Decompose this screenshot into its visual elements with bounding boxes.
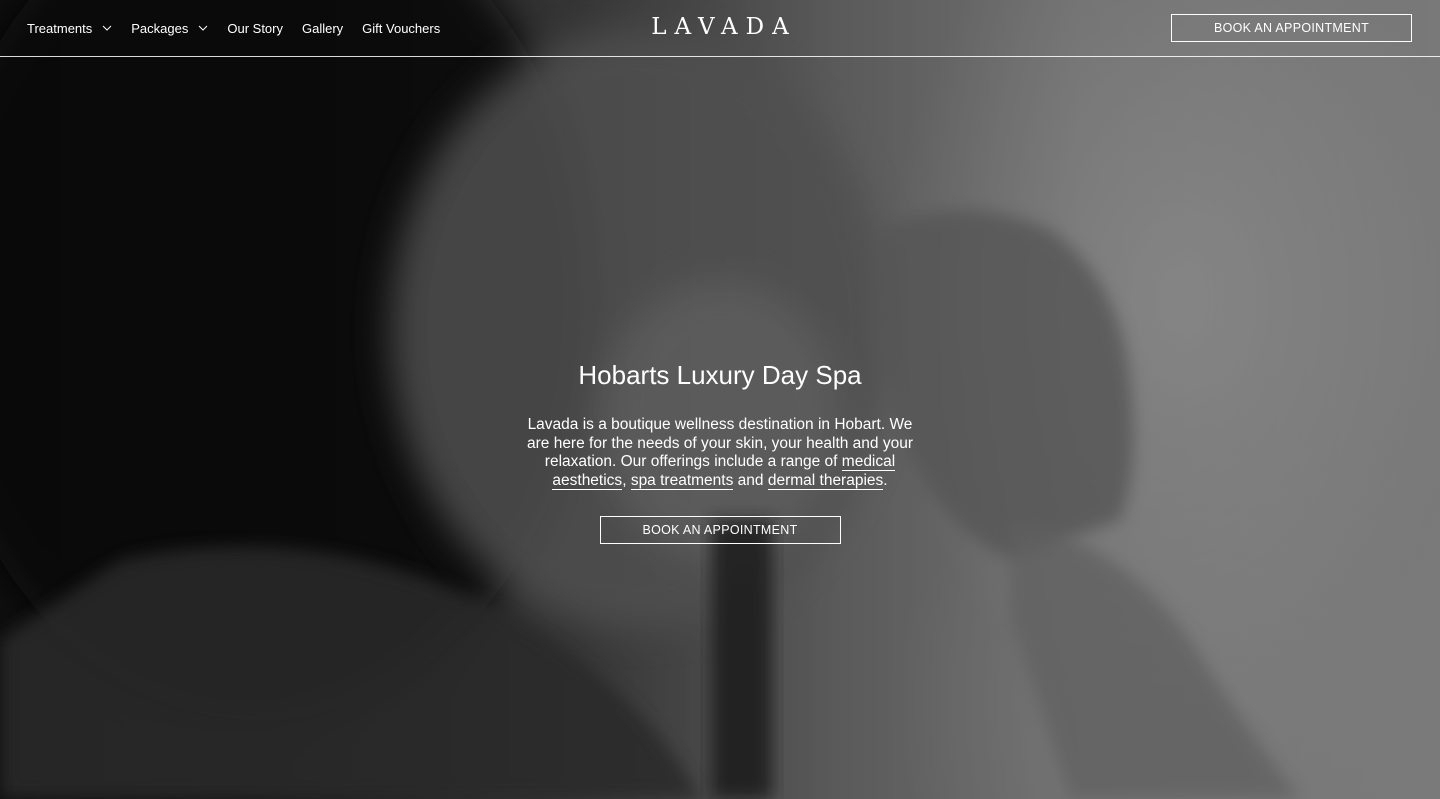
book-appointment-button-hero[interactable]: BOOK AN APPOINTMENT xyxy=(599,516,841,545)
nav-item-treatments[interactable]: Treatments xyxy=(27,21,112,36)
nav-item-label: Treatments xyxy=(27,20,93,36)
nav-item-label: Gallery xyxy=(301,20,344,36)
site-logo[interactable]: LAVADA xyxy=(643,14,796,40)
chevron-down-icon xyxy=(102,25,112,31)
book-appointment-button-header[interactable]: BOOK AN APPOINTMENT xyxy=(1171,14,1412,42)
nav-item-label: Gift Vouchers xyxy=(362,20,441,36)
hero-content: Hobarts Luxury Day Spa Lavada is a bouti… xyxy=(470,358,970,545)
hero-title: Hobarts Luxury Day Spa xyxy=(578,360,862,390)
hero-intro-text: Lavada is a boutique wellness destinatio… xyxy=(515,416,925,490)
button-label: BOOK AN APPOINTMENT xyxy=(642,523,798,538)
main-nav: Treatments Packages Our Story Gallery Gi… xyxy=(27,0,459,56)
site-header: Treatments Packages Our Story Gallery Gi… xyxy=(0,0,1440,57)
nav-item-gallery[interactable]: Gallery xyxy=(302,21,343,36)
chevron-down-icon xyxy=(199,25,208,31)
button-label: BOOK AN APPOINTMENT xyxy=(1213,21,1370,35)
link-spa-treatments[interactable]: spa treatments xyxy=(630,471,734,490)
link-dermal-therapies[interactable]: dermal therapies xyxy=(767,471,884,490)
nav-item-gift-vouchers[interactable]: Gift Vouchers xyxy=(362,21,440,36)
nav-item-packages[interactable]: Packages xyxy=(131,21,208,36)
nav-item-our-story[interactable]: Our Story xyxy=(227,21,283,36)
and-separator: and xyxy=(733,471,768,489)
nav-item-label: Our Story xyxy=(227,20,283,36)
end-period: . xyxy=(883,471,888,489)
nav-item-label: Packages xyxy=(131,20,189,36)
comma-separator: , xyxy=(622,471,631,489)
